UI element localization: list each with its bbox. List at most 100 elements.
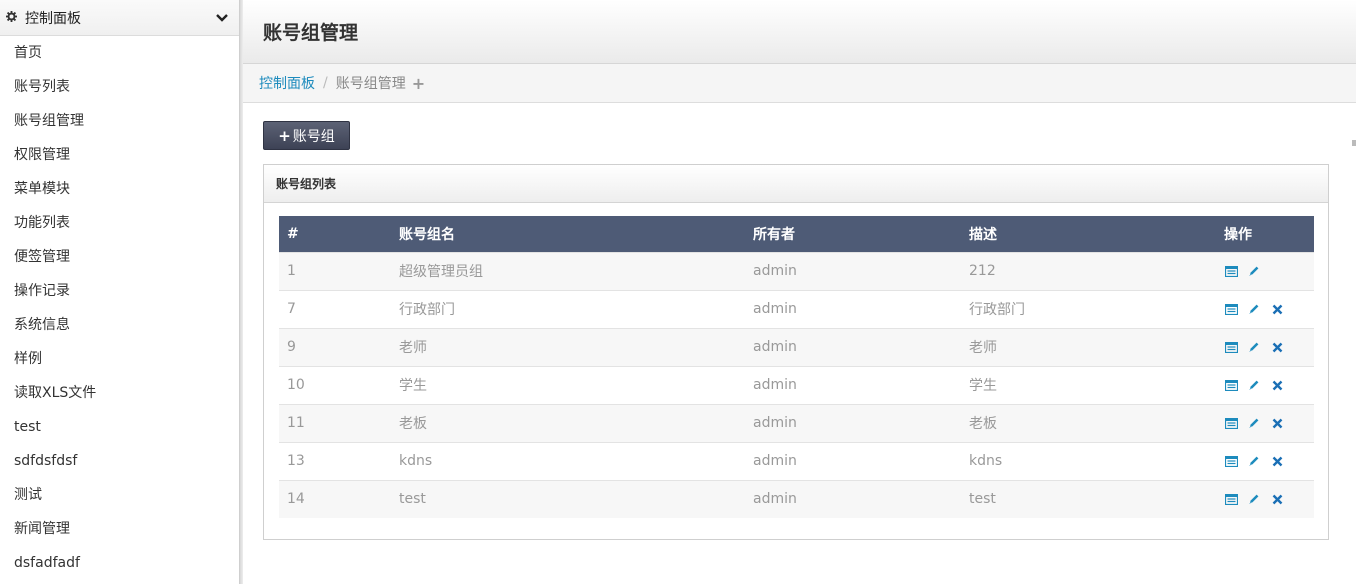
sidebar-menu: 首页 账号列表 账号组管理 权限管理 菜单模块 功能列表 便签管理 操作记录 系… <box>0 36 239 580</box>
page-header: 账号组管理 <box>243 0 1356 64</box>
pencil-icon[interactable] <box>1247 264 1261 278</box>
sidebar: 控制面板 首页 账号列表 账号组管理 权限管理 菜单模块 功能列表 便签管理 操… <box>0 0 240 584</box>
chevron-down-icon[interactable] <box>215 11 229 25</box>
cell-description: 老板 <box>961 403 1216 442</box>
sidebar-item-account-group[interactable]: 账号组管理 <box>0 104 239 138</box>
table-row: 7 行政部门 admin 行政部门 <box>279 289 1314 328</box>
cell-actions <box>1216 327 1314 366</box>
list-icon[interactable] <box>1224 378 1238 392</box>
sidebar-item-function-list[interactable]: 功能列表 <box>0 206 239 240</box>
sidebar-item-system-info[interactable]: 系统信息 <box>0 308 239 342</box>
account-group-panel: 账号组列表 # 账号组名 所有者 描述 操作 1 超级管理员组 admin 21… <box>263 164 1329 540</box>
table-row: 1 超级管理员组 admin 212 <box>279 251 1314 290</box>
cell-owner: admin <box>745 403 961 442</box>
column-header-description: 描述 <box>961 216 1216 252</box>
list-icon[interactable] <box>1224 264 1238 278</box>
close-icon[interactable] <box>1270 454 1284 468</box>
close-icon[interactable] <box>1270 378 1284 392</box>
list-icon[interactable] <box>1224 302 1238 316</box>
cell-owner: admin <box>745 289 961 328</box>
sidebar-item-operation-log[interactable]: 操作记录 <box>0 274 239 308</box>
pencil-icon[interactable] <box>1247 340 1261 354</box>
cell-id: 7 <box>279 289 391 328</box>
gear-icon <box>4 10 18 25</box>
cell-owner: admin <box>745 479 961 518</box>
close-icon[interactable] <box>1270 302 1284 316</box>
sidebar-item-sample[interactable]: 样例 <box>0 342 239 376</box>
table-row: 11 老板 admin 老板 <box>279 403 1314 442</box>
main-content: 账号组管理 控制面板 / 账号组管理 + + 账号组 账号组列表 # 账号组名 … <box>243 0 1356 584</box>
column-header-id: # <box>279 216 391 252</box>
add-button-label: 账号组 <box>292 128 335 145</box>
panel-title: 账号组列表 <box>264 165 1328 203</box>
sidebar-item-account-list[interactable]: 账号列表 <box>0 70 239 104</box>
cell-id: 14 <box>279 479 391 518</box>
cell-name: test <box>391 479 745 518</box>
cell-description: test <box>961 479 1216 518</box>
sidebar-item-test[interactable]: test <box>0 410 239 444</box>
cell-name: 老师 <box>391 327 745 366</box>
sidebar-item-home[interactable]: 首页 <box>0 36 239 70</box>
sidebar-item-read-xls[interactable]: 读取XLS文件 <box>0 376 239 410</box>
pencil-icon[interactable] <box>1247 378 1261 392</box>
list-icon[interactable] <box>1224 340 1238 354</box>
scrollbar[interactable] <box>1352 140 1356 146</box>
breadcrumb-separator: / <box>323 75 328 91</box>
list-icon[interactable] <box>1224 454 1238 468</box>
sidebar-item-sdfdsfdsf[interactable]: sdfdsfdsf <box>0 444 239 478</box>
cell-description: 老师 <box>961 327 1216 366</box>
cell-owner: admin <box>745 441 961 480</box>
cell-name: 老板 <box>391 403 745 442</box>
pencil-icon[interactable] <box>1247 492 1261 506</box>
cell-owner: admin <box>745 365 961 404</box>
cell-description: 212 <box>961 251 1216 290</box>
cell-name: 超级管理员组 <box>391 251 745 290</box>
cell-name: 行政部门 <box>391 289 745 328</box>
page-title: 账号组管理 <box>263 22 359 44</box>
sidebar-item-permissions[interactable]: 权限管理 <box>0 138 239 172</box>
pencil-icon[interactable] <box>1247 416 1261 430</box>
sidebar-item-notes[interactable]: 便签管理 <box>0 240 239 274</box>
table-row: 9 老师 admin 老师 <box>279 327 1314 366</box>
cell-owner: admin <box>745 251 961 290</box>
close-icon[interactable] <box>1270 492 1284 506</box>
close-icon[interactable] <box>1270 416 1284 430</box>
table-header-row: # 账号组名 所有者 描述 操作 <box>279 216 1314 252</box>
cell-id: 11 <box>279 403 391 442</box>
plus-icon[interactable]: + <box>412 74 425 93</box>
cell-id: 1 <box>279 251 391 290</box>
breadcrumb: 控制面板 / 账号组管理 + <box>243 64 1356 103</box>
list-icon[interactable] <box>1224 416 1238 430</box>
cell-description: 学生 <box>961 365 1216 404</box>
cell-actions <box>1216 251 1314 290</box>
table-row: 13 kdns admin kdns <box>279 441 1314 480</box>
table-row: 10 学生 admin 学生 <box>279 365 1314 404</box>
column-header-owner: 所有者 <box>745 216 961 252</box>
sidebar-header[interactable]: 控制面板 <box>0 0 239 36</box>
add-account-group-button[interactable]: + 账号组 <box>263 121 350 150</box>
table-row: 14 test admin test <box>279 479 1314 518</box>
pencil-icon[interactable] <box>1247 302 1261 316</box>
breadcrumb-current: 账号组管理 <box>335 76 406 92</box>
column-header-actions: 操作 <box>1216 216 1314 252</box>
cell-actions <box>1216 403 1314 442</box>
cell-description: 行政部门 <box>961 289 1216 328</box>
cell-name: kdns <box>391 441 745 480</box>
close-icon[interactable] <box>1270 340 1284 354</box>
breadcrumb-home-link[interactable]: 控制面板 <box>259 73 315 93</box>
sidebar-item-ceshi[interactable]: 测试 <box>0 478 239 512</box>
sidebar-item-dsfadfadf[interactable]: dsfadfadf <box>0 546 239 580</box>
pencil-icon[interactable] <box>1247 454 1261 468</box>
list-icon[interactable] <box>1224 492 1238 506</box>
sidebar-item-news[interactable]: 新闻管理 <box>0 512 239 546</box>
cell-owner: admin <box>745 327 961 366</box>
sidebar-item-menu-module[interactable]: 菜单模块 <box>0 172 239 206</box>
cell-description: kdns <box>961 441 1216 480</box>
cell-actions <box>1216 441 1314 480</box>
cell-id: 10 <box>279 365 391 404</box>
column-header-name: 账号组名 <box>391 216 745 252</box>
cell-actions <box>1216 289 1314 328</box>
cell-id: 13 <box>279 441 391 480</box>
cell-actions <box>1216 479 1314 518</box>
sidebar-title: 控制面板 <box>25 10 81 27</box>
